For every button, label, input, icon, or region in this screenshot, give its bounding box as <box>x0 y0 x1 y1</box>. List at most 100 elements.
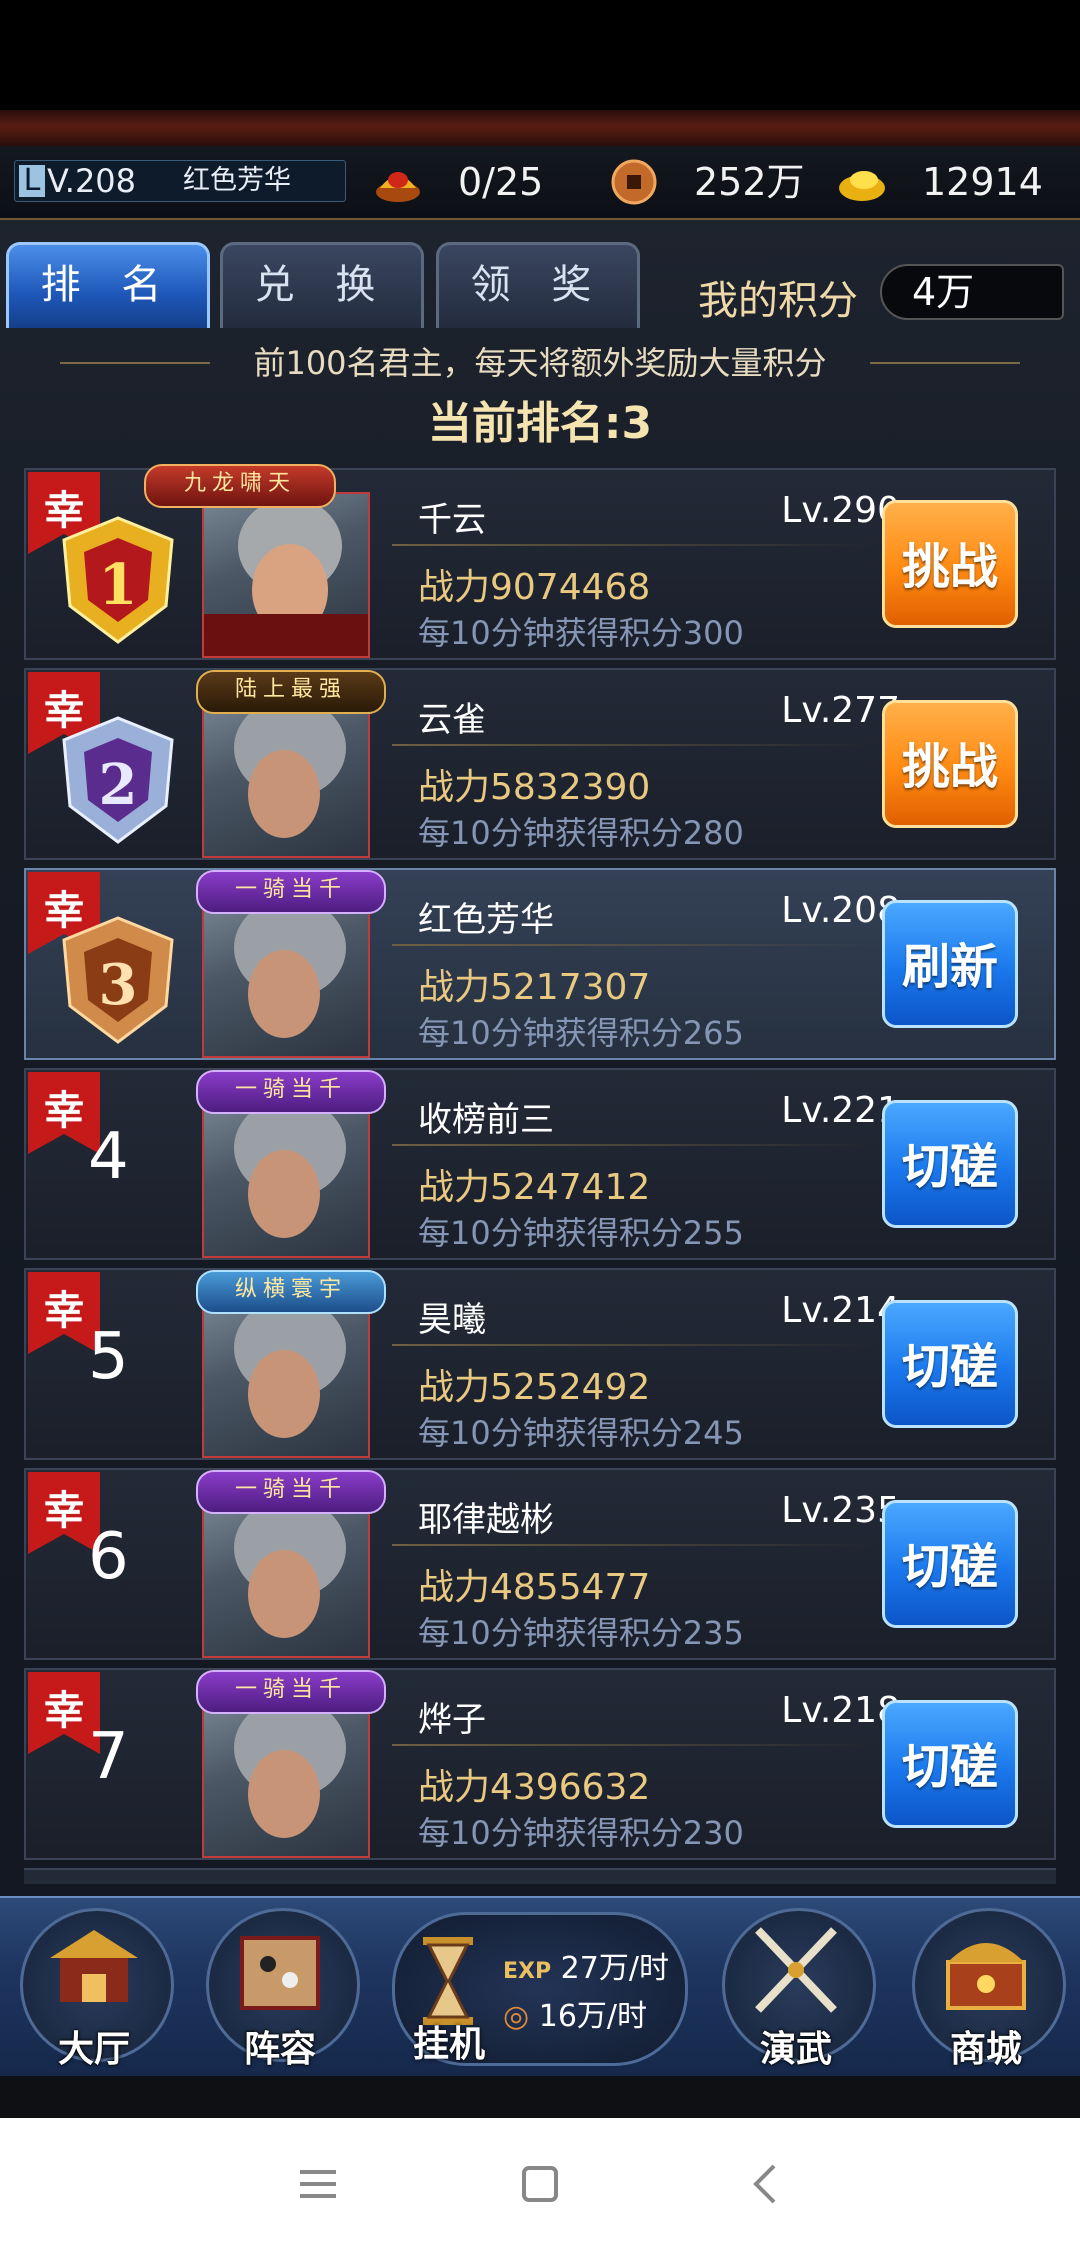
challenge-button[interactable]: 挑战 <box>882 500 1018 628</box>
player-level: V.208 <box>47 162 137 200</box>
notice-banner: 前100名君主，每天将额外奖励大量积分 <box>0 338 1080 388</box>
hero-avatar[interactable] <box>202 1492 370 1658</box>
my-score-value: 4万 <box>880 264 1064 320</box>
hero-portrait-icon <box>234 898 346 1038</box>
menu-icon[interactable] <box>288 2156 348 2212</box>
score-rate: 每10分钟获得积分300 <box>418 614 744 652</box>
next-row-peek <box>24 1868 1056 1884</box>
my-score-label: 我的积分 <box>698 278 858 324</box>
hero-avatar[interactable] <box>202 892 370 1058</box>
palace-icon <box>50 1930 138 2002</box>
rank-row: 幸 5 纵横寰宇 昊曦 Lv.214 战力5252492 每10分钟获得积分24… <box>24 1268 1056 1460</box>
spar-button[interactable]: 切磋 <box>882 1100 1018 1228</box>
tab-ranking[interactable]: 排 名 <box>6 242 210 328</box>
rank-number: 6 <box>88 1520 129 1594</box>
hero-avatar[interactable] <box>202 1292 370 1458</box>
divider <box>60 362 210 364</box>
copper-counter: 252万 <box>608 154 808 210</box>
exp-rate-value: 27万/时 <box>560 1951 669 1986</box>
divider <box>392 744 872 746</box>
rank-number: 4 <box>88 1120 129 1194</box>
hero-portrait-icon <box>234 1698 346 1838</box>
combat-power: 战力5832390 <box>418 767 651 808</box>
home-icon[interactable] <box>510 2156 570 2212</box>
combat-power: 战力4396632 <box>418 1767 651 1808</box>
divider <box>392 1144 872 1146</box>
player-name: 昊曦 <box>418 1300 486 1340</box>
nav-idle-label: 挂机 <box>412 2024 485 2065</box>
rank-row: 幸 4 一骑当千 收榜前三 Lv.221 战力5247412 每10分钟获得积分… <box>24 1068 1056 1260</box>
ingot-value: 0/25 <box>458 160 544 204</box>
nav-shop[interactable]: 商城 <box>906 1904 1066 2070</box>
divider <box>392 1344 872 1346</box>
combat-power: 战力4855477 <box>418 1567 651 1608</box>
title-banner: 纵横寰宇 <box>196 1270 386 1314</box>
player-name: 千云 <box>418 500 486 540</box>
player-name: 云雀 <box>418 700 486 740</box>
copper-value: 252万 <box>694 160 805 204</box>
level-prefix: L <box>19 165 45 197</box>
system-navigation-bar <box>0 2118 1080 2248</box>
divider <box>392 1744 872 1746</box>
rank-2: 2 <box>99 752 138 818</box>
spar-button[interactable]: 切磋 <box>882 1500 1018 1628</box>
rank-row: 幸 2 陆上最强 云雀 Lv.277 战力5832390 每10分钟获得积分28… <box>24 668 1056 860</box>
refresh-button[interactable]: 刷新 <box>882 900 1018 1028</box>
hourglass-icon <box>423 1937 473 2025</box>
player-name: 收榜前三 <box>418 1100 554 1140</box>
tab-rewards[interactable]: 领 奖 <box>436 242 640 328</box>
ingot-icon <box>376 172 420 202</box>
treasure-chest-icon <box>946 1943 1026 2010</box>
copper-coin-icon <box>611 159 657 205</box>
title-banner: 九龙啸天 <box>144 464 336 508</box>
challenge-button[interactable]: 挑战 <box>882 700 1018 828</box>
divider <box>870 362 1020 364</box>
ingot-counter: 0/25 <box>372 154 572 210</box>
rank-row: 幸 7 一骑当千 烨子 Lv.218 战力4396632 每10分钟获得积分23… <box>24 1668 1056 1860</box>
rank-3: 3 <box>99 952 138 1018</box>
bottom-nav: 大厅 阵容 挂机 EXP 27万/时 ◎ 16万/时 演武 商城 <box>0 1896 1080 2078</box>
nav-hall[interactable]: 大厅 <box>14 1904 174 2070</box>
crossed-swords-icon <box>755 1927 837 2013</box>
hero-portrait-icon <box>234 1098 346 1238</box>
hero-portrait-icon <box>234 1498 346 1638</box>
player-level-box[interactable]: L V.208 红色芳华 <box>14 160 346 202</box>
combat-power: 战力5247412 <box>418 1167 651 1208</box>
rank-row: 幸 1 九龙啸天 千云 Lv.290 战力9074468 每10分钟获得积分30… <box>24 464 1056 660</box>
gold-rate: ◎ 16万/时 <box>503 1991 647 2035</box>
score-rate: 每10分钟获得积分230 <box>418 1814 744 1852</box>
nav-idle[interactable]: 挂机 EXP 27万/时 ◎ 16万/时 <box>392 1912 688 2066</box>
gold-value: 12914 <box>922 160 1043 204</box>
current-rank: 当前排名:3 <box>0 392 1080 456</box>
divider <box>392 944 872 946</box>
title-banner: 一骑当千 <box>196 1670 386 1714</box>
nav-drill[interactable]: 演武 <box>716 1904 876 2070</box>
nav-shop-label: 商城 <box>949 2029 1022 2070</box>
resource-bar: L V.208 红色芳华 0/25 252万 12914 <box>0 146 1080 220</box>
gold-rate-value: 16万/时 <box>538 1999 648 2034</box>
silver-medal-icon: 2 <box>62 716 174 844</box>
spar-button[interactable]: 切磋 <box>882 1300 1018 1428</box>
combat-power: 战力9074468 <box>418 567 651 608</box>
rank-row: 幸 6 一骑当千 耶律越彬 Lv.235 战力4855477 每10分钟获得积分… <box>24 1468 1056 1660</box>
score-rate: 每10分钟获得积分280 <box>418 814 744 852</box>
gold-ingot-icon <box>839 171 885 201</box>
scroll-board-icon <box>240 1936 320 2010</box>
spar-button[interactable]: 切磋 <box>882 1700 1018 1828</box>
back-icon[interactable] <box>736 2156 796 2212</box>
hero-avatar[interactable] <box>202 492 370 658</box>
combat-power: 战力5252492 <box>418 1367 651 1408</box>
rank-number: 5 <box>88 1320 129 1394</box>
tab-exchange[interactable]: 兑 换 <box>220 242 424 328</box>
divider <box>392 544 872 546</box>
score-rate: 每10分钟获得积分245 <box>418 1414 744 1452</box>
scene-strip <box>0 110 1080 146</box>
bronze-medal-icon: 3 <box>62 916 174 1044</box>
hero-portrait-icon <box>234 698 346 838</box>
player-name: 耶律越彬 <box>418 1500 554 1540</box>
hero-avatar[interactable] <box>202 1692 370 1858</box>
player-name: 红色芳华 <box>418 900 554 940</box>
hero-avatar[interactable] <box>202 1092 370 1258</box>
nav-lineup[interactable]: 阵容 <box>200 1904 360 2070</box>
hero-avatar[interactable] <box>202 692 370 858</box>
